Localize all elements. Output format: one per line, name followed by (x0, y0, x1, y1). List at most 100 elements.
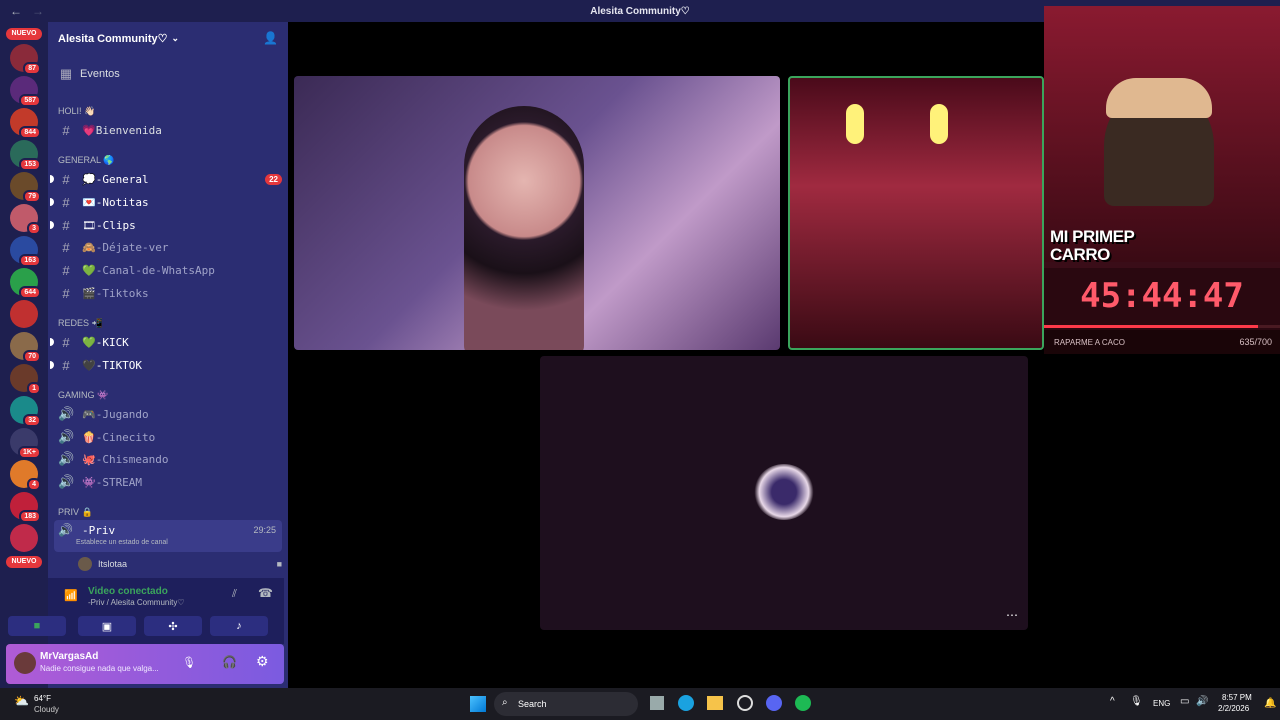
server-mention-badge: 844 (19, 126, 41, 139)
disconnect-icon[interactable]: ☎ (258, 586, 273, 600)
unread-indicator (50, 221, 54, 229)
guild-header[interactable]: Alesita Community♡ ⌄ 👤 (48, 22, 288, 54)
stream-overlay: MI PRIMEP CARRO 45:44:47 RAPARME A CACO … (1044, 6, 1280, 354)
camera-icon: ■ (276, 559, 282, 569)
server-mention-badge: 1 (27, 382, 41, 395)
video-tile-streamer[interactable] (294, 76, 780, 350)
channel-tiktok[interactable]: # 🖤-TIKTOK (50, 355, 282, 375)
channel-whatsapp[interactable]: # 💚-Canal-de-WhatsApp (54, 260, 282, 280)
microphone-icon[interactable]: 🎙 (182, 656, 196, 669)
channel-status-prompt[interactable]: Establece un estado de canal (76, 539, 168, 546)
voice-status: Video conectado (88, 586, 168, 597)
screen-share-icon: ▣ (101, 620, 113, 633)
voice-stream[interactable]: 🔊 👾-STREAM (54, 472, 282, 492)
spotify-icon[interactable] (795, 695, 811, 711)
camera-button[interactable]: ■ (8, 616, 66, 636)
taskbar: ⛅ 64°F Cloudy ⌕ Search ^ 🎙 ENG ▭ 🔊 8:57 … (0, 688, 1280, 720)
file-explorer-icon[interactable] (707, 696, 723, 710)
neon-sign (846, 104, 864, 144)
channel-kick[interactable]: # 💚-KICK (50, 332, 282, 352)
windows-start-icon[interactable] (470, 696, 486, 712)
server-icon[interactable]: 3 (10, 204, 41, 235)
category-holi[interactable]: HOLI! 👋🏻 (58, 106, 95, 117)
server-icon[interactable]: 587 (10, 76, 41, 107)
voice-priv-active[interactable]: 🔊 -Priv 29:25 Establece un estado de can… (54, 520, 282, 552)
clock-date[interactable]: 2/2/2026 (1218, 704, 1249, 713)
server-icon[interactable]: 87 (10, 44, 41, 75)
voice-location[interactable]: -Priv / Alesita Community♡ (88, 598, 185, 607)
chevron-up-icon[interactable]: ^ (1110, 696, 1115, 707)
language-indicator[interactable]: ENG (1153, 699, 1170, 708)
more-options-icon[interactable]: ⋯ (1006, 608, 1018, 622)
events-label: Eventos (80, 68, 120, 80)
category-general[interactable]: GENERAL 🌎 (58, 155, 114, 166)
activities-button[interactable]: ✣ (144, 616, 202, 636)
task-view-icon[interactable] (650, 696, 664, 710)
chevron-down-icon: ⌄ (171, 32, 180, 43)
network-icon[interactable]: ▭ (1180, 696, 1189, 707)
settings-gear-icon[interactable]: ⚙ (256, 653, 269, 670)
weather-temp[interactable]: 64°F (34, 694, 51, 703)
server-icon[interactable]: 183 (10, 492, 41, 523)
discord-icon[interactable] (766, 695, 782, 711)
unread-indicator (50, 338, 54, 346)
add-member-icon[interactable]: 👤 (263, 31, 278, 45)
clock-time[interactable]: 8:57 PM (1222, 693, 1252, 702)
server-icon[interactable]: 79 (10, 172, 41, 203)
microphone-icon[interactable]: 🎙 (1130, 696, 1143, 707)
server-mention-badge: 587 (19, 94, 41, 107)
server-icon[interactable]: 1K+ (10, 428, 41, 459)
category-gaming[interactable]: GAMING 👾 (58, 390, 108, 401)
video-tile-speaking[interactable] (788, 76, 1044, 350)
hash-icon: # (62, 334, 70, 350)
channel-notitas[interactable]: # 💌-Notitas (50, 192, 282, 212)
search-box[interactable]: ⌕ Search (494, 692, 638, 716)
notification-icon[interactable]: 🔔 (1264, 698, 1276, 709)
overlay-caption-bar: RAPARME A CACO 635/700 (1044, 330, 1280, 354)
server-icon[interactable] (10, 300, 38, 328)
user-panel: MrVargasAd Nadie consigue nada que valga… (6, 644, 284, 684)
voice-chismeando[interactable]: 🔊 🐙-Chismeando (54, 449, 282, 469)
headphones-icon[interactable]: 🎧 (222, 655, 237, 669)
voice-channel-name: -Priv (82, 524, 116, 537)
hash-icon: # (62, 217, 70, 233)
weather-desc[interactable]: Cloudy (34, 705, 59, 714)
server-icon[interactable]: 163 (10, 236, 41, 267)
server-icon[interactable]: 1 (10, 364, 41, 395)
screen-share-button[interactable]: ▣ (78, 616, 136, 636)
signal-icon[interactable]: 📶 (64, 589, 78, 602)
server-icon[interactable]: 4 (10, 460, 41, 491)
noise-suppression-icon[interactable]: ⫽ (232, 588, 237, 601)
voice-connection-panel: 📶 Video conectado -Priv / Alesita Commun… (8, 578, 284, 644)
overlay-progress-count: 635/700 (1239, 337, 1272, 347)
soundboard-button[interactable]: ♪ (210, 616, 268, 636)
overlay-headline: MI PRIMEP CARRO (1050, 227, 1134, 264)
server-icon[interactable]: 153 (10, 140, 41, 171)
events-item[interactable]: ▦ Eventos (54, 64, 282, 84)
server-icon[interactable]: 644 (10, 268, 41, 299)
avatar[interactable] (14, 652, 36, 674)
channel-general[interactable]: # 💭-General 22 (50, 169, 282, 189)
voice-cinecito[interactable]: 🔊 🍿-Cinecito (54, 427, 282, 447)
video-tile-avatar[interactable]: ⋯ (540, 356, 1028, 630)
hash-icon: # (62, 285, 70, 301)
server-icon[interactable]: 844 (10, 108, 41, 139)
hash-icon: # (62, 239, 70, 255)
channel-bienvenida[interactable]: # 💗Bienvenida (54, 120, 282, 140)
volume-icon[interactable]: 🔊 (1196, 696, 1208, 707)
edge-browser-icon[interactable] (678, 695, 694, 711)
weather-icon[interactable]: ⛅ (14, 694, 29, 708)
server-icon[interactable]: 70 (10, 332, 41, 363)
category-redes[interactable]: REDES 📲 (58, 318, 103, 329)
category-priv[interactable]: PRIV 🔒 (58, 507, 93, 518)
voice-member[interactable]: Itslotaa ■ (54, 554, 282, 574)
server-icon[interactable] (10, 524, 38, 552)
voice-jugando[interactable]: 🔊 🎮-Jugando (54, 404, 282, 424)
overlay-caption: RAPARME A CACO (1054, 338, 1125, 347)
server-icon[interactable]: 32 (10, 396, 41, 427)
channel-dejate-ver[interactable]: # 🙈-Déjate-ver (54, 237, 282, 257)
app-icon[interactable] (737, 695, 753, 711)
channel-tiktoks[interactable]: # 🎬-Tiktoks (54, 283, 282, 303)
channel-clips[interactable]: # 🎞-Clips (50, 215, 282, 235)
member-name: Itslotaa (98, 559, 128, 569)
